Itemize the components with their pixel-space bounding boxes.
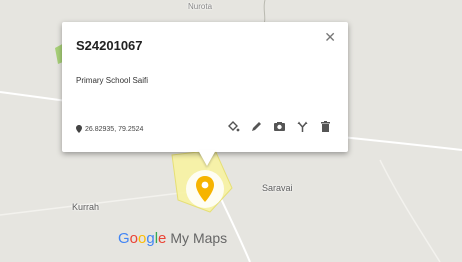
location-pin-icon — [76, 125, 82, 133]
place-label-kurrah: Kurrah — [72, 202, 100, 212]
map-canvas[interactable]: Nurota Saravai Kurrah S24201067 ✕ Primar… — [0, 0, 462, 262]
popup-title: S24201067 — [76, 38, 143, 53]
my-maps-text: My Maps — [170, 230, 228, 246]
popup-description: Primary School Saifi — [76, 76, 149, 85]
paint-bucket-icon[interactable] — [226, 119, 240, 133]
road — [379, 159, 441, 262]
logo-letter: G — [118, 230, 130, 247]
trash-icon[interactable] — [318, 119, 332, 133]
coordinates-text: 26.82935, 79.2524 — [85, 125, 144, 133]
logo-letter: e — [158, 230, 167, 247]
pencil-icon[interactable] — [249, 119, 263, 133]
directions-icon[interactable] — [295, 119, 309, 133]
popup-toolbar — [226, 119, 332, 133]
info-popup: S24201067 ✕ Primary School Saifi 26.8293… — [62, 22, 348, 152]
place-label-top: Nurota — [188, 2, 213, 11]
popup-coordinates[interactable]: 26.82935, 79.2524 — [76, 125, 143, 133]
place-label-saravai: Saravai — [262, 183, 293, 193]
logo-letter: o — [129, 230, 139, 247]
road — [0, 189, 206, 216]
google-my-maps-logo: Google My Maps — [118, 230, 227, 247]
close-icon[interactable]: ✕ — [324, 30, 336, 44]
map-pin-icon[interactable] — [195, 175, 215, 203]
camera-icon[interactable] — [272, 119, 286, 133]
logo-letter: g — [146, 230, 155, 247]
popup-tail — [198, 150, 216, 166]
